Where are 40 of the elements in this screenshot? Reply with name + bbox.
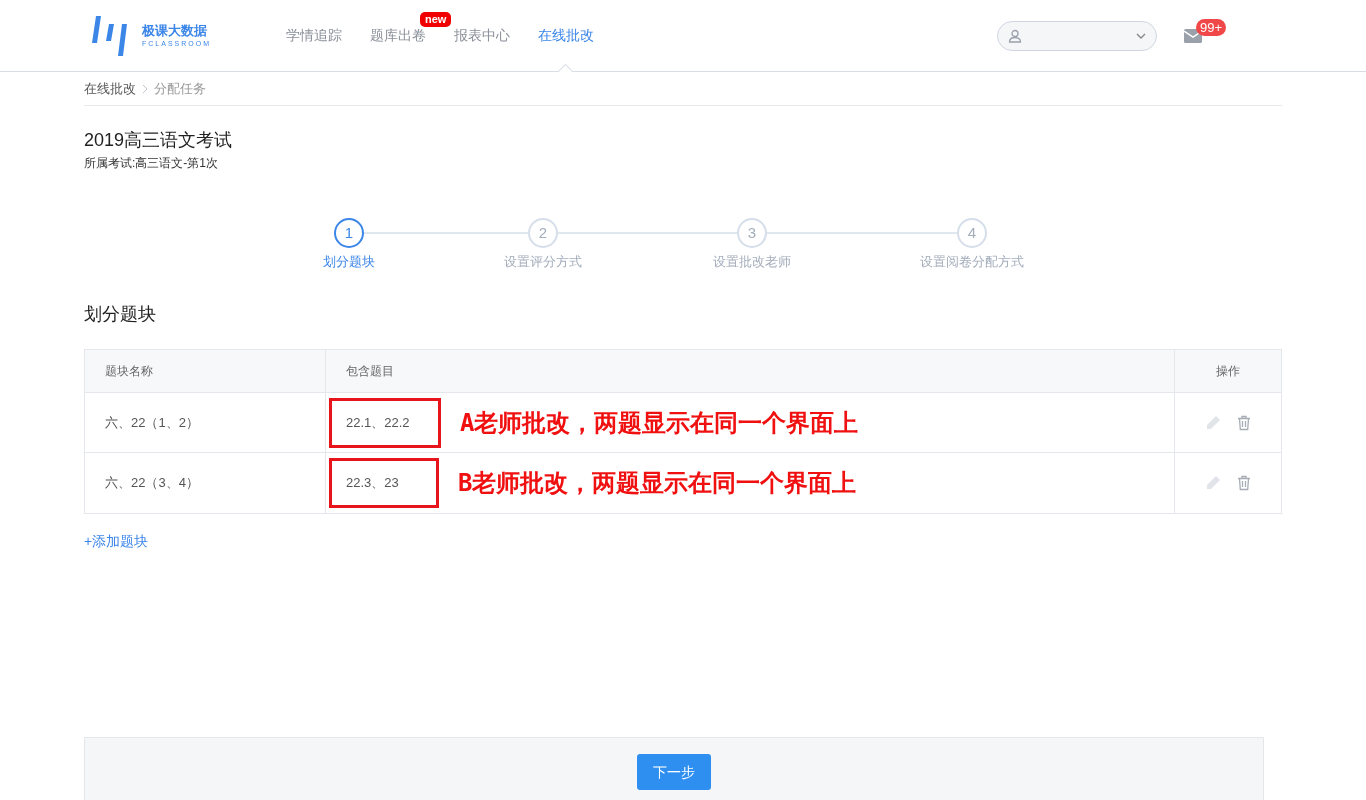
column-header: 包含题目 [346, 363, 394, 380]
exam-subtitle: 所属考试:高三语文-第1次 [84, 155, 219, 172]
table-cell-text: 六、22（3、4） [105, 474, 199, 493]
step-number: 2 [528, 218, 558, 248]
chevron-down-icon [1136, 32, 1146, 39]
step-number: 1 [334, 218, 364, 248]
step-number: 4 [957, 218, 987, 248]
exam-title: 2019高三语文考试 [84, 129, 234, 152]
table-cell-text: 六、22（1、2） [105, 413, 199, 432]
breadcrumb-item[interactable]: 分配任务 [154, 78, 206, 99]
next-step-button[interactable]: 下一步 [637, 754, 711, 790]
mail-icon[interactable] [1184, 28, 1202, 43]
nav-tab[interactable]: 报表中心 [454, 25, 510, 46]
edit-icon[interactable] [1205, 475, 1221, 491]
step-label: 设置批改老师 [713, 253, 791, 271]
step-label: 设置评分方式 [504, 253, 582, 271]
chevron-right-icon [142, 83, 148, 94]
column-header: 操作 [1216, 363, 1240, 380]
breadcrumb-item[interactable]: 在线批改 [84, 78, 136, 99]
nav-tab[interactable]: 在线批改 [538, 25, 594, 46]
section-title: 划分题块 [84, 303, 157, 326]
new-badge: new [420, 12, 452, 27]
annotation-text: A老师批改，两题显示在同一个界面上 [460, 407, 859, 439]
column-header: 题块名称 [105, 363, 153, 380]
delete-icon[interactable] [1237, 414, 1251, 431]
notification-count: 99+ [1196, 18, 1227, 36]
edit-icon[interactable] [1205, 414, 1221, 431]
nav-tab[interactable]: 学情追踪 [286, 25, 342, 46]
delete-icon[interactable] [1237, 475, 1251, 491]
nav-tab[interactable]: 题库出卷 [370, 25, 426, 46]
annotation-text: B老师批改，两题显示在同一个界面上 [458, 468, 857, 499]
step-label: 设置阅卷分配方式 [920, 253, 1024, 271]
step-number: 3 [737, 218, 767, 248]
add-block-link[interactable]: +添加题块 [84, 531, 149, 552]
logo-text: 极课大数据 [142, 24, 208, 37]
user-select[interactable] [997, 20, 1157, 51]
table-cell: 22.1、22.2 [329, 397, 441, 448]
step-label: 划分题块 [323, 253, 375, 271]
user-icon [1008, 28, 1022, 43]
table-cell: 22.3、23 [329, 458, 439, 508]
